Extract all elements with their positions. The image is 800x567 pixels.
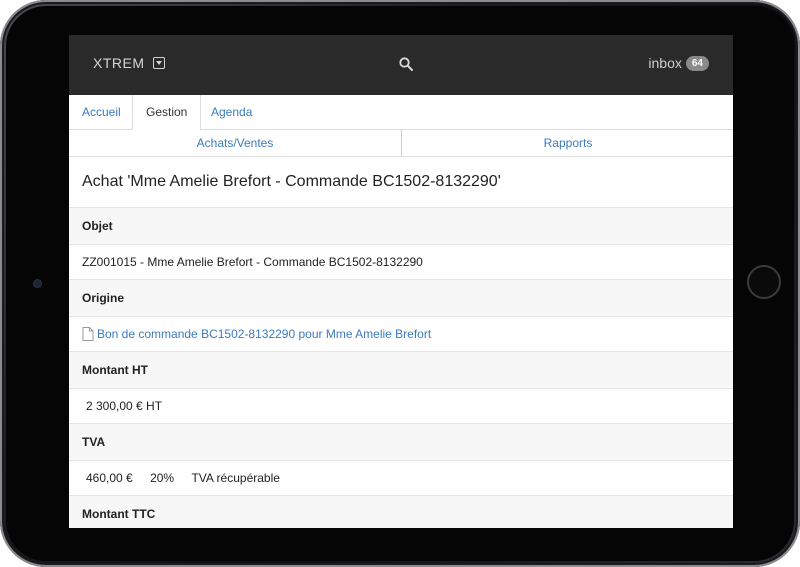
tab-agenda[interactable]: Agenda — [198, 95, 265, 129]
main-tabs: Accueil Gestion Agenda — [69, 95, 733, 130]
origine-row: Bon de commande BC1502-8132290 pour Mme … — [69, 317, 733, 352]
tva-rate: 20% — [150, 471, 175, 485]
montant-ht-label: Montant HT — [69, 352, 733, 389]
tab-gestion[interactable]: Gestion — [132, 95, 202, 130]
file-icon — [82, 327, 94, 341]
origine-label: Origine — [69, 280, 733, 317]
app-screen: XTREM inbox 64 Accueil Gestion Agenda Ac… — [69, 35, 733, 528]
search-icon[interactable] — [399, 57, 413, 71]
page-title: Achat 'Mme Amelie Brefort - Commande BC1… — [69, 157, 733, 208]
tablet-frame: XTREM inbox 64 Accueil Gestion Agenda Ac… — [0, 0, 800, 567]
montant-ht-value: 2 300,00 € HT — [69, 389, 733, 424]
brand-menu[interactable]: XTREM — [93, 55, 165, 71]
sub-navigation: Achats/Ventes Rapports — [69, 130, 733, 157]
montant-ttc-label: Montant TTC — [69, 496, 733, 528]
subnav-rapports[interactable]: Rapports — [401, 130, 733, 156]
camera — [34, 280, 41, 287]
home-button[interactable] — [747, 265, 781, 299]
tab-accueil[interactable]: Accueil — [69, 95, 134, 129]
dropdown-icon[interactable] — [152, 57, 165, 69]
detail-content: Achat 'Mme Amelie Brefort - Commande BC1… — [69, 157, 733, 528]
origine-link-text: Bon de commande BC1502-8132290 pour Mme … — [97, 327, 432, 341]
tva-note: TVA récupérable — [191, 471, 280, 485]
tva-row: 460,00 € 20% TVA récupérable — [69, 461, 733, 496]
brand-name: XTREM — [93, 55, 145, 71]
inbox-count-badge: 64 — [685, 55, 709, 71]
inbox-button[interactable]: inbox 64 — [648, 55, 709, 71]
top-bar: XTREM inbox 64 — [69, 35, 733, 95]
inbox-label: inbox — [648, 55, 682, 71]
tva-label: TVA — [69, 424, 733, 461]
objet-value: ZZ001015 - Mme Amelie Brefort - Commande… — [69, 245, 733, 280]
objet-label: Objet — [69, 208, 733, 245]
origine-link[interactable]: Bon de commande BC1502-8132290 pour Mme … — [82, 317, 733, 351]
tva-amount: 460,00 € — [86, 471, 133, 485]
subnav-achats-ventes[interactable]: Achats/Ventes — [69, 130, 401, 156]
